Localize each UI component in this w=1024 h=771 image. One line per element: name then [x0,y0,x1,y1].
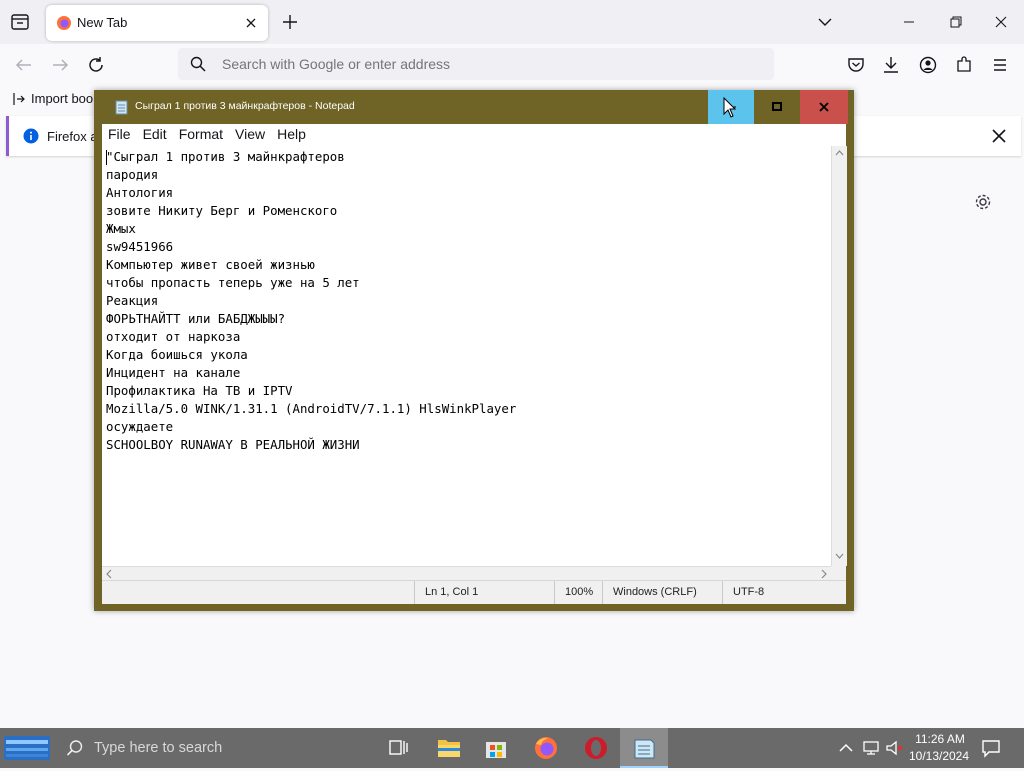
forward-arrow-icon[interactable] [47,52,73,78]
scrollbar-corner [831,566,846,580]
notepad-icon [114,99,130,115]
info-icon [23,128,39,144]
file-explorer-icon[interactable] [425,728,473,768]
close-window-button[interactable] [978,0,1024,44]
notification-center-icon[interactable] [980,737,1002,759]
url-input[interactable] [222,48,722,80]
cursor-position: Ln 1, Col 1 [414,581,554,604]
menu-view[interactable]: View [229,124,271,146]
hamburger-menu-icon[interactable] [987,52,1013,78]
menu-file[interactable]: File [102,124,137,146]
notepad-menubar: File Edit Format View Help [102,124,846,146]
gear-icon[interactable] [972,191,994,213]
close-icon[interactable] [989,126,1009,146]
network-icon[interactable] [861,738,881,758]
chevron-down-icon[interactable] [814,11,836,33]
search-icon [190,56,206,72]
import-bookmarks-button[interactable]: Import boo [12,91,93,106]
pocket-icon[interactable] [843,52,869,78]
volume-muted-icon[interactable] [885,738,905,758]
back-arrow-icon[interactable] [11,52,37,78]
notepad-window[interactable]: Сыграл 1 против 3 майнкрафтеров - Notepa… [94,90,854,611]
close-button[interactable] [800,90,848,124]
opera-icon[interactable] [572,728,620,768]
taskbar-search-box[interactable]: Type here to search [56,728,374,768]
vertical-scrollbar[interactable] [831,146,847,566]
notepad-taskbar-icon[interactable] [620,728,668,768]
list-all-tabs-icon[interactable] [8,10,32,34]
menu-edit[interactable]: Edit [137,124,173,146]
import-icon [13,92,25,105]
import-bookmarks-label: Import boo [31,91,94,106]
chevron-up-icon[interactable] [836,738,856,758]
reload-icon[interactable] [83,52,109,78]
maximize-button[interactable] [754,90,800,124]
taskbar-search-placeholder: Type here to search [94,740,223,756]
encoding: UTF-8 [722,581,846,604]
minimize-window-button[interactable] [886,0,932,44]
address-bar[interactable] [178,48,774,80]
menu-format[interactable]: Format [173,124,229,146]
text-caret [106,150,107,165]
clock-date[interactable]: 10/13/2024 [906,749,972,763]
document-text[interactable]: "Сыграл 1 против 3 майнкрафтеров пародия… [106,148,826,566]
task-view-icon[interactable] [374,728,422,768]
notepad-title: Сыграл 1 против 3 майнкрафтеров - Notepa… [135,100,355,112]
firefox-icon [56,15,72,31]
menu-help[interactable]: Help [271,124,312,146]
microsoft-store-icon[interactable] [472,728,520,768]
downloads-icon[interactable] [878,52,904,78]
new-tab-icon[interactable] [279,11,301,33]
taskbar: Type here to search 11:26 AM 10/13/2024 [0,728,1024,768]
restore-window-button[interactable] [932,0,978,44]
account-icon[interactable] [915,52,941,78]
tab-new-tab[interactable]: New Tab [46,5,268,41]
clock-time[interactable]: 11:26 AM [912,732,968,746]
extensions-icon[interactable] [951,52,977,78]
mouse-pointer-icon [723,96,737,119]
tab-title: New Tab [77,15,128,30]
firefox-icon[interactable] [522,728,570,768]
close-tab-icon[interactable] [242,14,260,32]
line-ending: Windows (CRLF) [602,581,722,604]
status-bar: Ln 1, Col 1 100% Windows (CRLF) UTF-8 [102,580,846,604]
tab-bar: New Tab [0,0,1024,44]
zoom-level: 100% [554,581,602,604]
search-icon [66,739,84,757]
text-editor-area[interactable]: "Сыграл 1 против 3 майнкрафтеров пародия… [102,146,847,570]
horizontal-scrollbar[interactable] [102,566,831,581]
notepad-titlebar[interactable]: Сыграл 1 против 3 майнкрафтеров - Notepa… [94,90,854,124]
start-button[interactable] [0,728,56,768]
